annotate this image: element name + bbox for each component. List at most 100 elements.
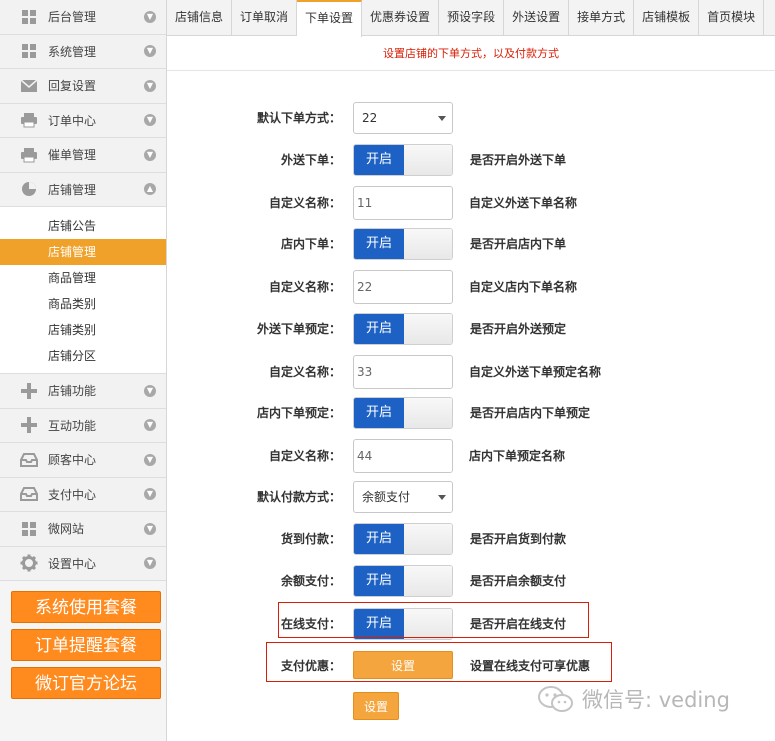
row-delivery-reserve: 外送下单预定： 开启 是否开启外送预定: [167, 313, 775, 345]
sidebar-item-0[interactable]: 后台管理 ▼: [0, 0, 166, 35]
toggle-off-area: [404, 145, 452, 175]
field-label: 默认下单方式：: [256, 111, 341, 125]
default-payment-select[interactable]: 余额支付: [353, 481, 453, 513]
chevron-circle-icon: ▼: [144, 114, 156, 127]
delivery-reserve-name-input[interactable]: 33: [353, 355, 453, 389]
tab[interactable]: 预设字段: [439, 0, 505, 36]
sidebar-item-label: 催单管理: [48, 148, 97, 163]
grid-icon: [20, 8, 38, 26]
chevron-circle-icon: ▼: [144, 384, 156, 397]
field-label: 自定义名称：: [268, 449, 341, 463]
toggle-off-area: [404, 398, 452, 428]
dinein-order-toggle[interactable]: 开启: [353, 228, 453, 260]
settings-tabs: 店铺信息 订单取消 下单设置 优惠券设置 预设字段 外送设置 接单方式 店铺模板 首页模块: [167, 0, 775, 37]
sidebar-item-5[interactable]: 店铺管理 ▲: [0, 172, 166, 207]
delivery-name-input[interactable]: 11: [353, 186, 453, 220]
submenu-item[interactable]: 店铺分区: [0, 343, 166, 369]
toggle-off-area: [404, 229, 452, 259]
field-desc: 店内下单预定名称: [469, 449, 566, 463]
dinein-reserve-name-input[interactable]: 44: [353, 439, 453, 473]
chevron-circle-icon: ▼: [144, 148, 156, 161]
sidebar-item-101[interactable]: 互动功能 ▼: [0, 408, 166, 443]
field-desc: 自定义外送下单预定名称: [469, 365, 602, 379]
field-desc: 自定义店内下单名称: [469, 280, 578, 294]
row-dinein-reserve: 店内下单预定： 开启 是否开启店内下单预定: [167, 397, 775, 429]
submenu-item[interactable]: 店铺公告: [0, 213, 166, 239]
chevron-circle-icon: ▼: [144, 45, 156, 58]
main-content: 设置店铺的下单方式，以及付款方式 默认下单方式： 22 外送下单： 开启 是否开…: [167, 37, 775, 741]
sidebar-item-103[interactable]: 支付中心 ▼: [0, 477, 166, 512]
dinein-reserve-toggle[interactable]: 开启: [353, 397, 453, 429]
plus-icon: [20, 416, 38, 434]
delivery-order-toggle[interactable]: 开启: [353, 144, 453, 176]
toggle-off-area: [404, 314, 452, 344]
select-value: 22: [362, 111, 378, 125]
highlight-box-online-pay: [278, 602, 589, 638]
tab[interactable]: 接单方式: [569, 0, 635, 36]
notice-text: 设置店铺的下单方式，以及付款方式: [167, 37, 775, 71]
row-balance-pay: 余额支付： 开启 是否开启余额支付: [167, 565, 775, 597]
grid-icon: [20, 520, 38, 538]
field-desc: 是否开启店内下单: [470, 237, 567, 251]
wechat-watermark: 微信号: veding: [536, 684, 730, 714]
field-desc: 是否开启货到付款: [470, 532, 567, 546]
row-delivery-order: 外送下单： 开启 是否开启外送下单: [167, 144, 775, 176]
sidebar-item-label: 店铺功能: [48, 384, 97, 399]
tab[interactable]: 优惠券设置: [362, 0, 440, 36]
field-label: 外送下单预定：: [256, 322, 341, 336]
delivery-reserve-toggle[interactable]: 开启: [353, 313, 453, 345]
cod-toggle[interactable]: 开启: [353, 523, 453, 555]
chevron-circle-icon: ▼: [144, 557, 156, 570]
tab[interactable]: 下单设置: [297, 0, 363, 37]
chevron-circle-icon: ▲: [144, 183, 156, 196]
tab[interactable]: 店铺模板: [634, 0, 700, 36]
wechat-logo-icon: [538, 686, 573, 712]
sidebar-item-1[interactable]: 系统管理 ▼: [0, 34, 166, 69]
field-desc: 自定义外送下单名称: [469, 196, 578, 210]
sidebar-item-105[interactable]: 设置中心 ▼: [0, 546, 166, 581]
tab[interactable]: 订单取消: [232, 0, 298, 36]
sidebar-item-label: 顾客中心: [48, 453, 97, 468]
dinein-name-input[interactable]: 22: [353, 270, 453, 304]
promo-button[interactable]: 系统使用套餐: [11, 591, 161, 623]
balance-pay-toggle[interactable]: 开启: [353, 565, 453, 597]
row-dinein-name: 自定义名称： 22 自定义店内下单名称: [167, 270, 775, 304]
inbox-icon: [20, 485, 38, 503]
row-default-order-mode: 默认下单方式： 22: [167, 102, 775, 134]
sidebar-item-104[interactable]: 微网站 ▼: [0, 512, 166, 547]
submenu-item[interactable]: 店铺管理: [0, 239, 166, 265]
submenu-item[interactable]: 商品管理: [0, 265, 166, 291]
submenu-item[interactable]: 商品类别: [0, 291, 166, 317]
tab[interactable]: 店铺信息: [167, 0, 233, 36]
tab[interactable]: 首页模块: [699, 0, 765, 36]
toggle-on-label: 开启: [354, 524, 404, 554]
watermark-text: 微信号: veding: [582, 688, 730, 712]
gear-icon: [20, 554, 38, 572]
promo-button[interactable]: 微订官方论坛: [11, 667, 161, 699]
field-label: 店内下单预定：: [256, 406, 341, 420]
sidebar-item-label: 支付中心: [48, 487, 97, 502]
mail-icon: [20, 77, 38, 95]
sidebar: 后台管理 ▼ 系统管理 ▼ 回复设置 ▼ 订单中心 ▼ 催单管理 ▼ 店铺管理 ▲ 店铺公告 店铺管理商…: [0, 0, 167, 741]
field-label: 外送下单：: [280, 153, 341, 167]
sidebar-item-3[interactable]: 订单中心 ▼: [0, 103, 166, 138]
field-desc: 是否开启店内下单预定: [470, 406, 591, 420]
sidebar-item-2[interactable]: 回复设置 ▼: [0, 69, 166, 104]
tab[interactable]: 外送设置: [504, 0, 570, 36]
sidebar-item-4[interactable]: 催单管理 ▼: [0, 138, 166, 173]
promo-button[interactable]: 订单提醒套餐: [11, 629, 161, 661]
sidebar-item-100[interactable]: 店铺功能 ▼: [0, 374, 166, 409]
field-label: 默认付款方式：: [256, 490, 341, 504]
submit-button[interactable]: 设置: [353, 692, 399, 720]
sidebar-item-label: 互动功能: [48, 418, 97, 433]
submenu-item[interactable]: 店铺类别: [0, 317, 166, 343]
row-dinein-reserve-name: 自定义名称： 44 店内下单预定名称: [167, 439, 775, 473]
field-label: 店内下单：: [280, 237, 341, 251]
chevron-circle-icon: ▼: [144, 453, 156, 466]
toggle-off-area: [404, 524, 452, 554]
field-label: 余额支付：: [280, 574, 341, 588]
printer-icon: [20, 146, 38, 164]
default-order-mode-select[interactable]: 22: [353, 102, 453, 134]
sidebar-item-102[interactable]: 顾客中心 ▼: [0, 443, 166, 478]
toggle-on-label: 开启: [354, 229, 404, 259]
